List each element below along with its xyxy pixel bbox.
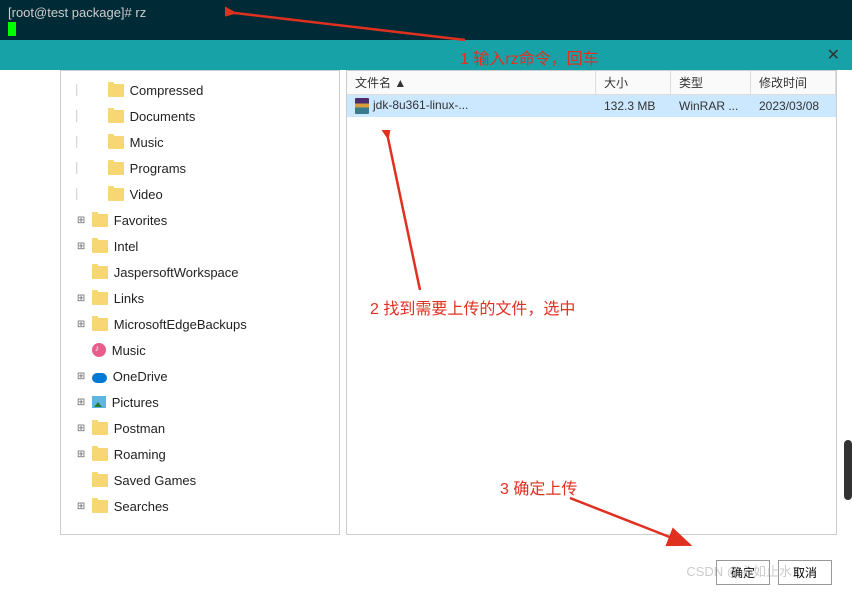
folder-icon	[92, 474, 108, 487]
pic-icon	[92, 396, 106, 408]
tree-expander-icon[interactable]: ⊞	[74, 215, 88, 226]
tree-item[interactable]: JaspersoftWorkspace	[63, 259, 337, 285]
watermark: CSDN @心如止水	[686, 561, 792, 580]
dialog-title-bar: ✕	[0, 40, 852, 70]
tree-label: OneDrive	[113, 369, 168, 384]
file-list-panel: 文件名 ▲ 大小 类型 修改时间 jdk-8u361-linux-...132.…	[346, 70, 837, 535]
tree-expander-icon[interactable]: ⊞	[74, 449, 88, 460]
tree-label: Pictures	[112, 395, 159, 410]
file-list-header: 文件名 ▲ 大小 类型 修改时间	[347, 71, 836, 95]
tree-item[interactable]: ⊞ Searches	[63, 493, 337, 519]
folder-icon	[92, 422, 108, 435]
tree-item[interactable]: ⊞ Intel	[63, 233, 337, 259]
scrollbar-fragment	[844, 440, 852, 500]
tree-label: Links	[114, 291, 144, 306]
tree-label: Saved Games	[114, 473, 196, 488]
tree-label: Intel	[114, 239, 139, 254]
folder-icon	[92, 448, 108, 461]
tree-item[interactable]: ⊞ Favorites	[63, 207, 337, 233]
tree-item[interactable]: ⊞ OneDrive	[63, 363, 337, 389]
folder-icon	[108, 136, 124, 149]
terminal-command: rz	[135, 5, 146, 20]
folder-icon	[108, 110, 124, 123]
tree-item[interactable]: Saved Games	[63, 467, 337, 493]
tree-expander-icon[interactable]: ⊞	[74, 319, 88, 330]
file-rows: jdk-8u361-linux-...132.3 MBWinRAR ...202…	[347, 95, 836, 117]
tree-expander-icon[interactable]: ⊞	[74, 423, 88, 434]
tree-label: Postman	[114, 421, 165, 436]
tree-expander-icon[interactable]: ⊞	[74, 501, 88, 512]
folder-icon	[92, 266, 108, 279]
music-icon	[92, 343, 106, 357]
file-row[interactable]: jdk-8u361-linux-...132.3 MBWinRAR ...202…	[347, 95, 836, 117]
tree-expander-icon[interactable]: ⊞	[74, 397, 88, 408]
folder-icon	[92, 214, 108, 227]
tree-label: JaspersoftWorkspace	[114, 265, 239, 280]
col-type[interactable]: 类型	[671, 71, 751, 94]
tree-label: Music	[130, 135, 164, 150]
tree-item[interactable]: ⊞ Roaming	[63, 441, 337, 467]
tree-item[interactable]: │ Documents	[63, 103, 337, 129]
folder-icon	[108, 84, 124, 97]
folder-icon	[92, 500, 108, 513]
tree-label: Favorites	[114, 213, 167, 228]
tree-label: MicrosoftEdgeBackups	[114, 317, 247, 332]
col-date[interactable]: 修改时间	[751, 71, 836, 94]
folder-icon	[108, 188, 124, 201]
file-dialog: ✕ │ Compressed │ Documents │ Music │ Pro…	[0, 40, 852, 595]
tree-label: Roaming	[114, 447, 166, 462]
tree-item[interactable]: │ Compressed	[63, 77, 337, 103]
tree-item[interactable]: ⊞ Postman	[63, 415, 337, 441]
tree-item[interactable]: │ Video	[63, 181, 337, 207]
tree-expander-icon[interactable]: ⊞	[74, 241, 88, 252]
col-name[interactable]: 文件名 ▲	[347, 71, 596, 94]
folder-tree[interactable]: │ Compressed │ Documents │ Music │ Progr…	[60, 70, 340, 535]
tree-label: Music	[112, 343, 146, 358]
folder-icon	[92, 240, 108, 253]
tree-item[interactable]: │ Programs	[63, 155, 337, 181]
tree-label: Programs	[130, 161, 186, 176]
tree-item[interactable]: │ Music	[63, 129, 337, 155]
folder-icon	[92, 318, 108, 331]
terminal-cursor	[8, 22, 16, 36]
tree-expander-icon[interactable]: ⊞	[74, 371, 88, 382]
tree-label: Searches	[114, 499, 169, 514]
tree-label: Video	[130, 187, 163, 202]
tree-item[interactable]: Music	[63, 337, 337, 363]
folder-icon	[108, 162, 124, 175]
archive-icon	[355, 98, 369, 114]
close-icon[interactable]: ✕	[827, 45, 840, 65]
terminal-prompt: [root@test package]#	[8, 5, 135, 20]
tree-label: Documents	[130, 109, 196, 124]
cloud-icon	[92, 373, 107, 383]
tree-item[interactable]: ⊞ Links	[63, 285, 337, 311]
folder-icon	[92, 292, 108, 305]
tree-item[interactable]: ⊞ MicrosoftEdgeBackups	[63, 311, 337, 337]
tree-expander-icon[interactable]: ⊞	[74, 293, 88, 304]
terminal[interactable]: [root@test package]# rz	[0, 0, 852, 40]
col-size[interactable]: 大小	[596, 71, 671, 94]
tree-item[interactable]: ⊞ Pictures	[63, 389, 337, 415]
dialog-content: │ Compressed │ Documents │ Music │ Progr…	[60, 70, 837, 535]
tree-label: Compressed	[130, 83, 204, 98]
